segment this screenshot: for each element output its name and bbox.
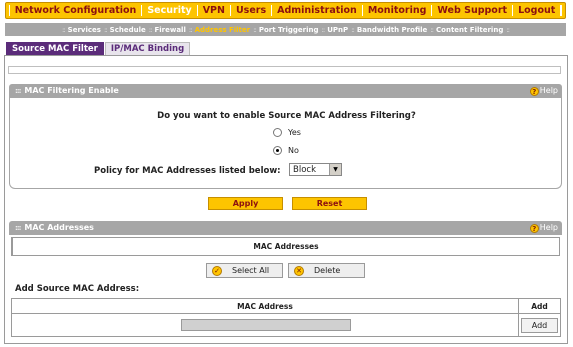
radio-yes[interactable] bbox=[273, 128, 282, 137]
radio-yes-label: Yes bbox=[288, 128, 301, 137]
top-navigation: Network Configuration Security VPN Users… bbox=[5, 2, 566, 19]
radio-yes-row[interactable]: Yes bbox=[273, 128, 301, 137]
grip-icon: ::: bbox=[15, 224, 21, 232]
nav-vpn[interactable]: VPN bbox=[198, 5, 231, 16]
sub-navigation: :: Services :: Schedule :: Firewall :: A… bbox=[5, 23, 566, 36]
radio-no-row[interactable]: No bbox=[273, 146, 299, 155]
mac-addresses-column-label: MAC Addresses bbox=[253, 242, 319, 251]
select-all-button[interactable]: ✓ Select All bbox=[206, 263, 283, 278]
nav-logout[interactable]: Logout bbox=[513, 5, 562, 16]
nav-network-configuration[interactable]: Network Configuration bbox=[10, 5, 143, 16]
help-icon: ? bbox=[529, 86, 539, 96]
check-icon: ✓ bbox=[212, 265, 222, 276]
filtering-help-link[interactable]: ? Help bbox=[529, 84, 558, 98]
delete-label: Delete bbox=[314, 266, 341, 275]
subnav-address-filter[interactable]: Address Filter bbox=[192, 26, 254, 34]
nav-right-edge bbox=[561, 5, 563, 16]
policy-select[interactable]: Block ▼ bbox=[289, 163, 342, 176]
nav-monitoring[interactable]: Monitoring bbox=[363, 5, 433, 16]
add-column-header: Add bbox=[518, 298, 561, 314]
mac-address-column-label: MAC Address bbox=[237, 302, 293, 311]
help-label: Help bbox=[539, 86, 558, 95]
subnav-content-filtering[interactable]: Content Filtering bbox=[433, 26, 506, 34]
apply-button[interactable]: Apply bbox=[208, 197, 283, 210]
radio-no-label: No bbox=[288, 146, 299, 155]
nav-administration[interactable]: Administration bbox=[272, 5, 363, 16]
enable-question: Do you want to enable Source MAC Address… bbox=[157, 111, 416, 121]
policy-select-value: Block bbox=[293, 164, 316, 175]
add-section-title: Add Source MAC Address: bbox=[15, 284, 140, 294]
filtering-section-title: MAC Filtering Enable bbox=[24, 86, 119, 95]
addresses-section-title: MAC Addresses bbox=[24, 223, 94, 232]
nav-users[interactable]: Users bbox=[231, 5, 273, 16]
page-tabs: Source MAC Filter IP/MAC Binding bbox=[6, 42, 191, 55]
addresses-section-header: ::: MAC Addresses ? Help bbox=[9, 221, 562, 235]
nav-security[interactable]: Security bbox=[142, 5, 198, 16]
add-column-label: Add bbox=[531, 302, 548, 311]
nav-web-support[interactable]: Web Support bbox=[432, 5, 514, 16]
subnav-schedule[interactable]: Schedule bbox=[107, 26, 149, 34]
delete-button[interactable]: ✕ Delete bbox=[288, 263, 365, 278]
subnav-upnp[interactable]: UPnP bbox=[324, 26, 351, 34]
mac-address-input[interactable] bbox=[181, 319, 351, 331]
subnav-port-triggering[interactable]: Port Triggering bbox=[256, 26, 322, 34]
delete-x-icon: ✕ bbox=[294, 265, 304, 276]
tab-ip-mac-binding[interactable]: IP/MAC Binding bbox=[104, 42, 191, 55]
addresses-help-link[interactable]: ? Help bbox=[529, 221, 558, 235]
chevron-down-icon[interactable]: ▼ bbox=[329, 164, 341, 175]
subnav-bandwidth-profile[interactable]: Bandwidth Profile bbox=[354, 26, 430, 34]
subnav-firewall[interactable]: Firewall bbox=[151, 26, 188, 34]
grip-icon: ::: bbox=[15, 87, 21, 95]
message-bar bbox=[8, 66, 561, 74]
reset-button[interactable]: Reset bbox=[292, 197, 367, 210]
help-label: Help bbox=[539, 223, 558, 232]
mac-address-column-header: MAC Address bbox=[11, 298, 519, 314]
subnav-services[interactable]: Services bbox=[65, 26, 104, 34]
subnav-separator: :: bbox=[506, 25, 510, 34]
radio-no[interactable] bbox=[273, 146, 282, 155]
select-all-label: Select All bbox=[232, 266, 270, 275]
help-icon: ? bbox=[529, 223, 539, 233]
mac-addresses-column-header: MAC Addresses bbox=[11, 237, 560, 256]
tab-source-mac-filter[interactable]: Source MAC Filter bbox=[6, 42, 104, 55]
add-button[interactable]: Add bbox=[521, 318, 558, 333]
filtering-section-header: ::: MAC Filtering Enable ? Help bbox=[9, 84, 562, 98]
policy-label: Policy for MAC Addresses listed below: bbox=[94, 166, 281, 176]
